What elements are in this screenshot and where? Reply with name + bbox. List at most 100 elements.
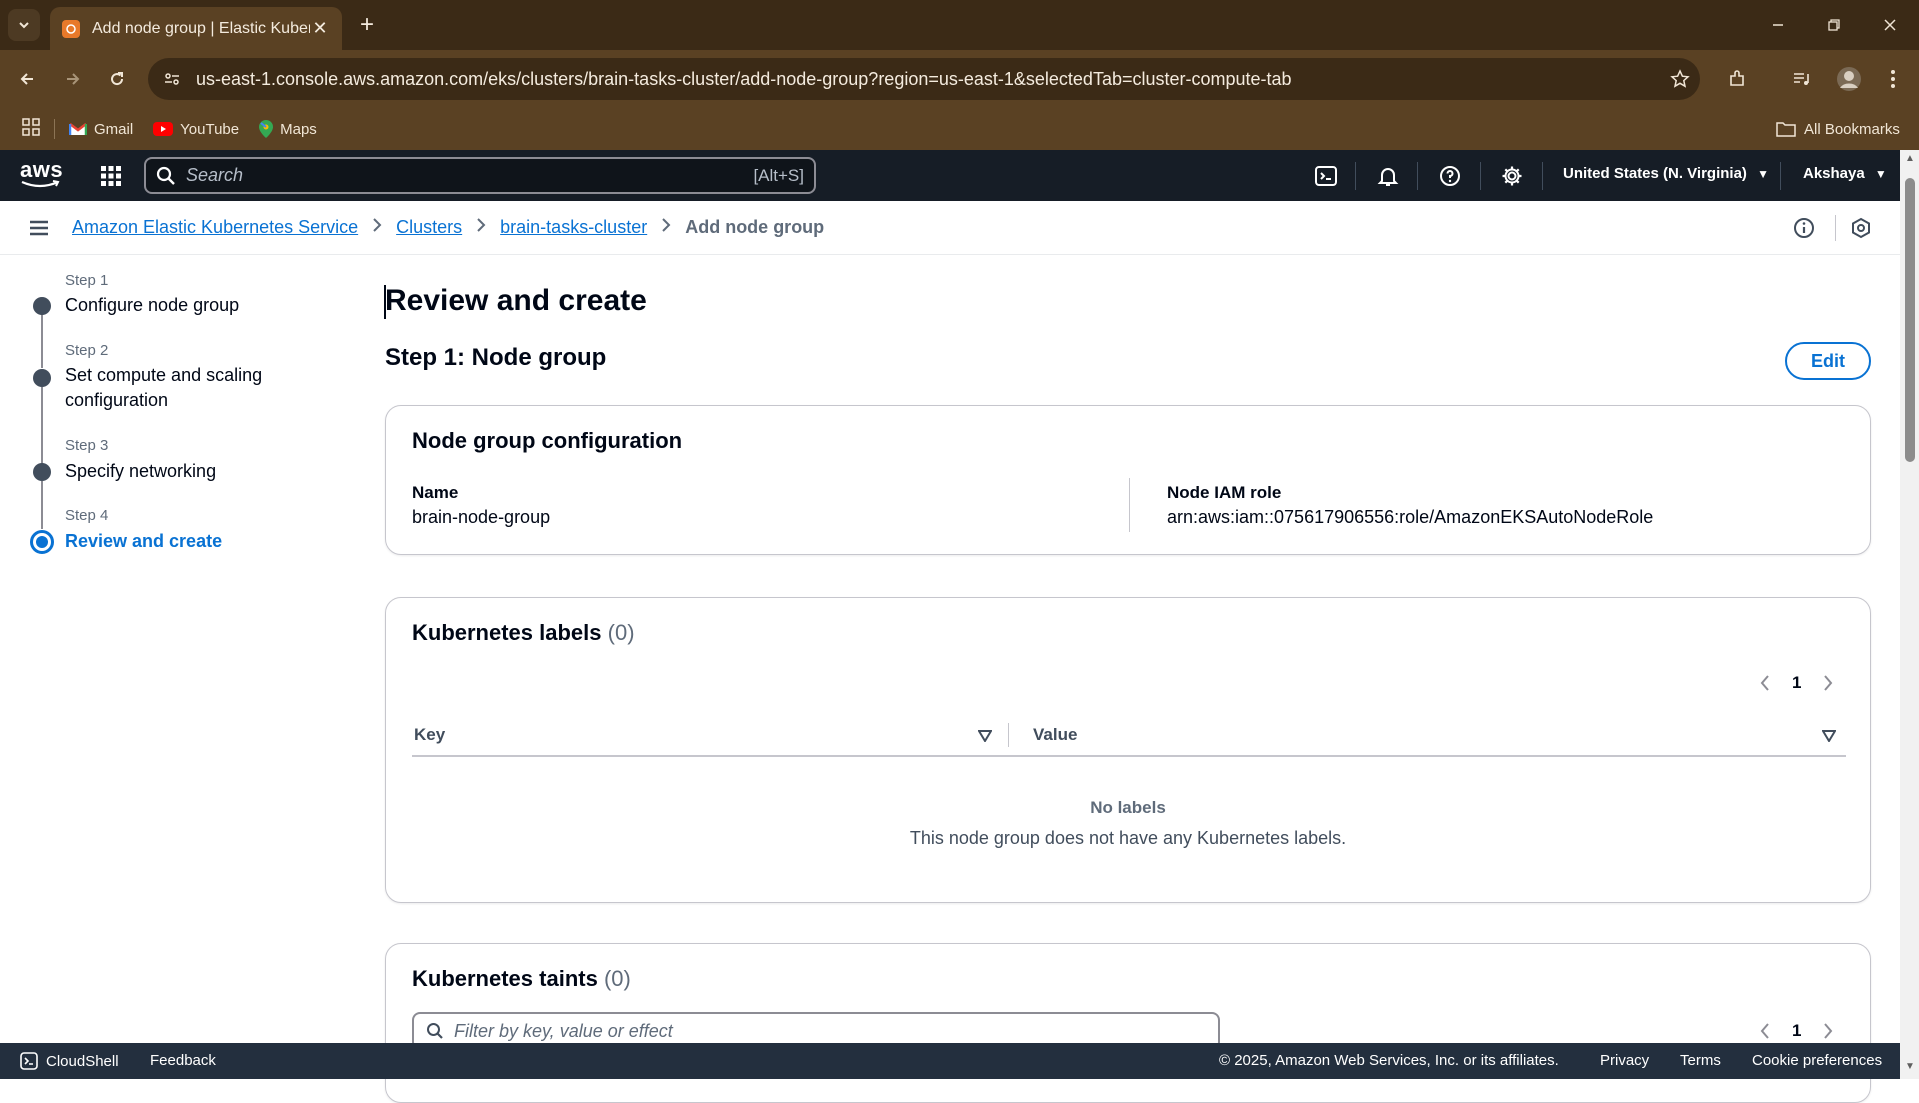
bookmark-maps[interactable]: Maps xyxy=(259,120,317,138)
chevron-right-icon xyxy=(372,217,382,238)
bookmark-separator xyxy=(54,119,55,139)
iam-role-value: arn:aws:iam::075617906556:role/AmazonEKS… xyxy=(1167,507,1654,527)
step-link-networking[interactable]: Specify networking xyxy=(65,459,315,484)
header-divider xyxy=(1355,162,1356,190)
taints-pagination: 1 xyxy=(1760,1021,1833,1041)
header-divider xyxy=(1417,162,1418,190)
filter-placeholder: Filter by key, value or effect xyxy=(454,1020,673,1041)
close-window-icon[interactable] xyxy=(1870,10,1910,40)
new-tab-button[interactable]: + xyxy=(352,10,382,40)
caret-down-icon: ▼ xyxy=(1874,167,1887,181)
help-icon[interactable] xyxy=(1436,162,1464,190)
previous-page-icon[interactable] xyxy=(1760,1022,1770,1040)
apps-grid-icon[interactable] xyxy=(22,118,40,140)
card-title: Kubernetes labels (0) xyxy=(412,620,635,646)
step-link-configure[interactable]: Configure node group xyxy=(65,293,315,318)
bookmark-star-icon[interactable] xyxy=(1660,69,1700,89)
browser-tab-active[interactable]: Add node group | Elastic Kubernetes ✕ xyxy=(50,7,342,50)
page-number[interactable]: 1 xyxy=(1792,673,1801,693)
extensions-icon[interactable] xyxy=(1720,62,1754,96)
hamburger-menu-icon[interactable] xyxy=(28,218,50,243)
all-bookmarks-button[interactable]: All Bookmarks xyxy=(1776,121,1900,138)
region-selector[interactable]: United States (N. Virginia) ▼ xyxy=(1563,165,1769,182)
scroll-up-icon[interactable]: ▲ xyxy=(1904,154,1916,164)
taints-count: (0) xyxy=(603,966,631,991)
aws-favicon-icon xyxy=(62,19,80,38)
aws-console-header: aws Search [Alt+S] United States (N. Vir… xyxy=(0,150,1900,201)
scroll-down-icon[interactable]: ▼ xyxy=(1904,1062,1916,1072)
column-header-value[interactable]: Value xyxy=(1033,725,1077,745)
address-bar[interactable]: us-east-1.console.aws.amazon.com/eks/clu… xyxy=(148,58,1700,100)
name-value: brain-node-group xyxy=(412,507,551,527)
breadcrumb-current: Add node group xyxy=(685,217,825,237)
breadcrumb: Amazon Elastic Kubernetes Service Cluste… xyxy=(72,217,824,238)
labels-count: (0) xyxy=(607,620,635,645)
reload-icon[interactable] xyxy=(100,62,134,96)
page-number[interactable]: 1 xyxy=(1792,1021,1801,1041)
minimize-window-icon[interactable] xyxy=(1758,10,1798,40)
forward-icon[interactable] xyxy=(56,62,90,96)
account-menu[interactable]: Akshaya ▼ xyxy=(1803,165,1887,182)
notifications-bell-icon[interactable] xyxy=(1374,162,1402,190)
media-control-icon[interactable] xyxy=(1784,62,1818,96)
tab-search-button[interactable] xyxy=(8,9,40,41)
kubernetes-taints-card: Kubernetes taints (0) Filter by key, val… xyxy=(385,943,1871,1103)
chevron-down-icon xyxy=(19,22,29,29)
cookie-preferences-link[interactable]: Cookie preferences xyxy=(1752,1052,1882,1069)
section-title: Step 1: Node group xyxy=(385,344,607,371)
breadcrumb-cluster[interactable]: brain-tasks-cluster xyxy=(500,217,647,238)
copyright-text: © 2025, Amazon Web Services, Inc. or its… xyxy=(1219,1052,1559,1069)
restore-window-icon[interactable] xyxy=(1814,10,1854,40)
services-menu-icon[interactable] xyxy=(100,165,122,192)
maps-icon xyxy=(259,120,274,138)
aws-logo[interactable]: aws xyxy=(20,159,63,188)
sort-caret-icon[interactable] xyxy=(1821,729,1837,747)
kubernetes-labels-card: Kubernetes labels (0) 1 Key Value No lab… xyxy=(385,597,1871,903)
console-footer: CloudShell Feedback © 2025, Amazon Web S… xyxy=(0,1043,1900,1079)
site-info-icon[interactable] xyxy=(152,59,192,99)
chevron-right-icon xyxy=(476,217,486,238)
scrollbar-thumb[interactable] xyxy=(1905,178,1915,462)
next-page-icon[interactable] xyxy=(1823,674,1833,692)
feedback-link[interactable]: Feedback xyxy=(150,1052,216,1069)
taints-title: Kubernetes taints xyxy=(412,966,598,991)
breadcrumb-clusters[interactable]: Clusters xyxy=(396,217,462,238)
next-page-icon[interactable] xyxy=(1823,1022,1833,1040)
privacy-link[interactable]: Privacy xyxy=(1600,1052,1649,1069)
bookmark-gmail[interactable]: Gmail xyxy=(69,121,133,138)
profile-avatar[interactable] xyxy=(1832,62,1866,96)
step-link-compute[interactable]: Set compute and scaling configuration xyxy=(65,363,315,413)
page-title: Review and create xyxy=(385,284,647,317)
column-header-key[interactable]: Key xyxy=(414,725,445,745)
search-shortcut: [Alt+S] xyxy=(753,165,804,185)
step-indicator-active xyxy=(30,530,54,554)
browser-menu-icon[interactable] xyxy=(1876,62,1910,96)
sort-caret-icon[interactable] xyxy=(977,729,993,747)
header-divider xyxy=(1780,162,1781,190)
header-divider xyxy=(1480,162,1481,190)
step-number: Step 3 xyxy=(65,437,109,454)
cloudshell-label: CloudShell xyxy=(46,1052,119,1070)
settings-hexagon-icon[interactable] xyxy=(1850,217,1872,244)
browser-tab-bar: Add node group | Elastic Kubernetes ✕ + xyxy=(0,0,1919,50)
step-number: Step 2 xyxy=(65,342,109,359)
terms-link[interactable]: Terms xyxy=(1680,1052,1721,1069)
step-number: Step 1 xyxy=(65,272,109,289)
settings-gear-icon[interactable] xyxy=(1498,162,1526,190)
header-divider xyxy=(1542,162,1543,190)
empty-state-title: No labels xyxy=(1090,798,1166,817)
console-search-input[interactable]: Search [Alt+S] xyxy=(144,157,816,194)
info-icon[interactable] xyxy=(1793,217,1815,244)
cloudshell-button[interactable]: CloudShell xyxy=(20,1052,119,1070)
previous-page-icon[interactable] xyxy=(1760,674,1770,692)
region-label: United States (N. Virginia) xyxy=(1563,165,1747,182)
back-icon[interactable] xyxy=(10,62,44,96)
edit-button[interactable]: Edit xyxy=(1785,342,1871,380)
iam-role-label: Node IAM role xyxy=(1167,483,1282,502)
breadcrumb-eks[interactable]: Amazon Elastic Kubernetes Service xyxy=(72,217,358,238)
cloudshell-icon[interactable] xyxy=(1312,162,1340,190)
tab-close-icon[interactable]: ✕ xyxy=(310,18,330,39)
bookmark-youtube[interactable]: YouTube xyxy=(153,121,239,138)
youtube-icon xyxy=(153,122,174,136)
bookmark-label: YouTube xyxy=(180,120,240,138)
